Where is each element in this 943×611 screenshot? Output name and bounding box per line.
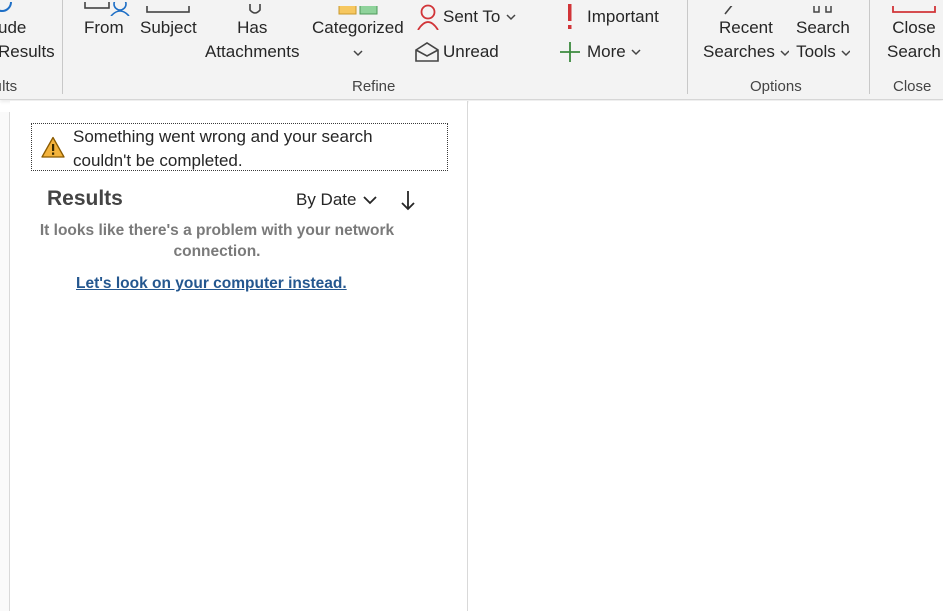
subject-icon bbox=[146, 6, 190, 13]
chevron-down-icon bbox=[841, 49, 850, 56]
sent-to-label: Sent To bbox=[443, 7, 501, 26]
chevron-down-icon bbox=[363, 196, 378, 205]
search-tools-label-1: Search bbox=[796, 18, 850, 37]
chevron-down-icon bbox=[506, 14, 516, 21]
search-tools-button[interactable]: Search Tools bbox=[796, 6, 850, 64]
person-outline-icon bbox=[417, 4, 439, 30]
has-attachments-label-2: Attachments bbox=[205, 42, 300, 61]
include-results-button[interactable]: ude Results bbox=[0, 2, 55, 64]
close-search-button[interactable]: Close Search bbox=[887, 6, 941, 64]
search-tools-label-2: Tools bbox=[796, 42, 836, 61]
from-label: From bbox=[84, 18, 124, 37]
unread-label: Unread bbox=[443, 42, 499, 61]
from-button[interactable]: From bbox=[84, 2, 130, 40]
group-label-refine: Refine bbox=[352, 78, 396, 95]
search-computer-link[interactable]: Let's look on your computer instead. bbox=[76, 275, 347, 293]
sort-by-dropdown[interactable]: By Date bbox=[296, 190, 378, 210]
plus-icon bbox=[560, 42, 580, 62]
sent-to-button[interactable]: Sent To bbox=[416, 4, 517, 30]
close-icon bbox=[892, 6, 936, 13]
category-icon bbox=[338, 6, 378, 15]
recent-searches-button[interactable]: Recent Searches bbox=[703, 6, 789, 64]
important-label: Important bbox=[587, 7, 659, 26]
search-tools-icon bbox=[813, 6, 832, 13]
error-banner: Something went wrong and your search cou… bbox=[31, 123, 448, 171]
group-label-results: ılts bbox=[0, 78, 18, 95]
paperclip-icon bbox=[249, 4, 261, 14]
recent-searches-icon bbox=[724, 6, 733, 15]
group-label-options: Options bbox=[750, 78, 802, 95]
reading-pane bbox=[469, 101, 943, 611]
recent-searches-label-2: Searches bbox=[703, 42, 775, 61]
results-heading: Results bbox=[47, 187, 123, 210]
group-separator bbox=[869, 0, 870, 94]
arrow-down-icon[interactable] bbox=[400, 189, 416, 213]
sort-label: By Date bbox=[296, 190, 357, 209]
error-message: Something went wrong and your search cou… bbox=[73, 125, 443, 173]
network-message-line-2: connection. bbox=[173, 243, 261, 260]
error-message-line-1: Something went wrong and your search bbox=[73, 127, 373, 146]
subject-button[interactable]: Subject bbox=[140, 6, 197, 40]
include-results-label-1: ude bbox=[0, 18, 27, 37]
group-separator bbox=[687, 0, 688, 94]
include-results-label-2: Results bbox=[0, 42, 55, 61]
person-icon bbox=[84, 2, 130, 16]
chevron-down-icon bbox=[780, 49, 789, 56]
unread-button[interactable]: Unread bbox=[414, 40, 499, 64]
group-separator bbox=[62, 0, 63, 94]
categorized-label: Categorized bbox=[312, 18, 404, 37]
network-message-line-1: It looks like there's a problem with you… bbox=[39, 222, 395, 239]
more-label: More bbox=[587, 42, 626, 61]
close-search-label-2: Search bbox=[887, 42, 941, 61]
network-problem-message: It looks like there's a problem with you… bbox=[22, 220, 412, 262]
ribbon: ude Results ılts From Subject Has Attach… bbox=[0, 0, 943, 100]
more-button[interactable]: More bbox=[558, 40, 642, 64]
warning-icon bbox=[41, 136, 65, 158]
has-attachments-button[interactable]: Has Attachments bbox=[205, 4, 300, 64]
chevron-down-icon bbox=[631, 49, 641, 56]
include-results-icon bbox=[0, 2, 12, 12]
error-message-line-2: couldn't be completed. bbox=[73, 151, 243, 170]
important-button[interactable]: Important bbox=[562, 4, 659, 30]
categorized-button[interactable]: Categorized bbox=[312, 6, 404, 64]
chevron-down-icon bbox=[353, 49, 363, 56]
recent-searches-label-1: Recent bbox=[718, 18, 773, 37]
has-attachments-label-1: Has bbox=[237, 18, 268, 37]
open-envelope-icon bbox=[415, 42, 439, 62]
close-search-label-1: Close bbox=[892, 18, 936, 37]
subject-label: Subject bbox=[140, 18, 197, 37]
exclamation-icon bbox=[568, 4, 572, 29]
navigation-strip[interactable] bbox=[0, 112, 10, 611]
group-label-close: Close bbox=[893, 78, 932, 95]
search-results-panel: Something went wrong and your search cou… bbox=[10, 101, 468, 611]
